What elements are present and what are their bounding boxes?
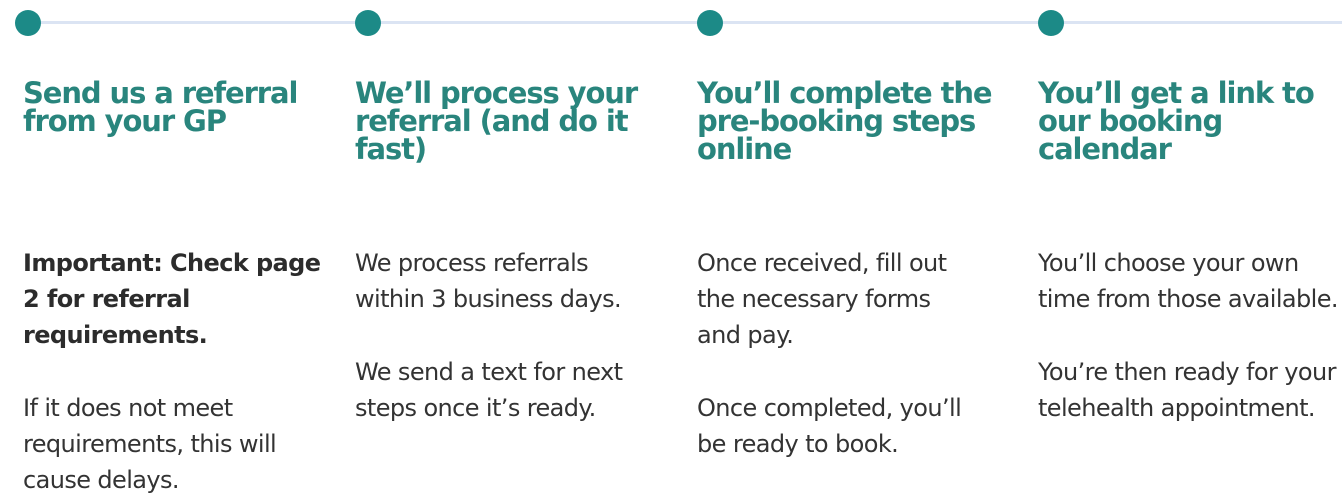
step-2-title: We’ll process your referral (and do it f…: [355, 76, 638, 166]
step-2-dot: [355, 10, 381, 36]
step-1-title: Send us a referral from your GP: [23, 76, 298, 138]
step-3-forms: Once received, fill out the necessary fo…: [697, 249, 947, 349]
step-2-next-steps: We send a text for next steps once it’s …: [355, 358, 623, 422]
step-1-warning: If it does not meet requirements, this w…: [23, 394, 277, 494]
step-2-body: We process referrals within 3 business d…: [355, 245, 625, 426]
step-4-telehealth: You’re then ready for your telehealth ap…: [1038, 358, 1336, 422]
step-4-body: You’ll choose your own time from those a…: [1038, 245, 1339, 426]
step-3-dot: [697, 10, 723, 36]
step-1-important-note: Important: Check page 2 for referral req…: [23, 249, 321, 349]
step-4-title: You’ll get a link to our booking calenda…: [1038, 76, 1315, 166]
step-3-body: Once received, fill out the necessary fo…: [697, 245, 967, 462]
step-4-dot: [1038, 10, 1064, 36]
step-4-choose-time: You’ll choose your own time from those a…: [1038, 249, 1339, 313]
step-3-ready: Once completed, you’ll be ready to book.: [697, 394, 962, 458]
step-1-body: Important: Check page 2 for referral req…: [23, 245, 323, 498]
progress-timeline: [0, 0, 1342, 50]
step-2-processing-time: We process referrals within 3 business d…: [355, 249, 622, 313]
timeline-line: [28, 21, 1342, 24]
step-1: Send us a referral from your GP Importan…: [23, 76, 323, 495]
step-1-dot: [15, 10, 41, 36]
step-2: We’ll process your referral (and do it f…: [355, 76, 655, 423]
step-3-title: You’ll complete the pre-booking steps on…: [697, 76, 993, 166]
step-4: You’ll get a link to our booking calenda…: [1038, 76, 1339, 423]
step-3: You’ll complete the pre-booking steps on…: [697, 76, 997, 459]
